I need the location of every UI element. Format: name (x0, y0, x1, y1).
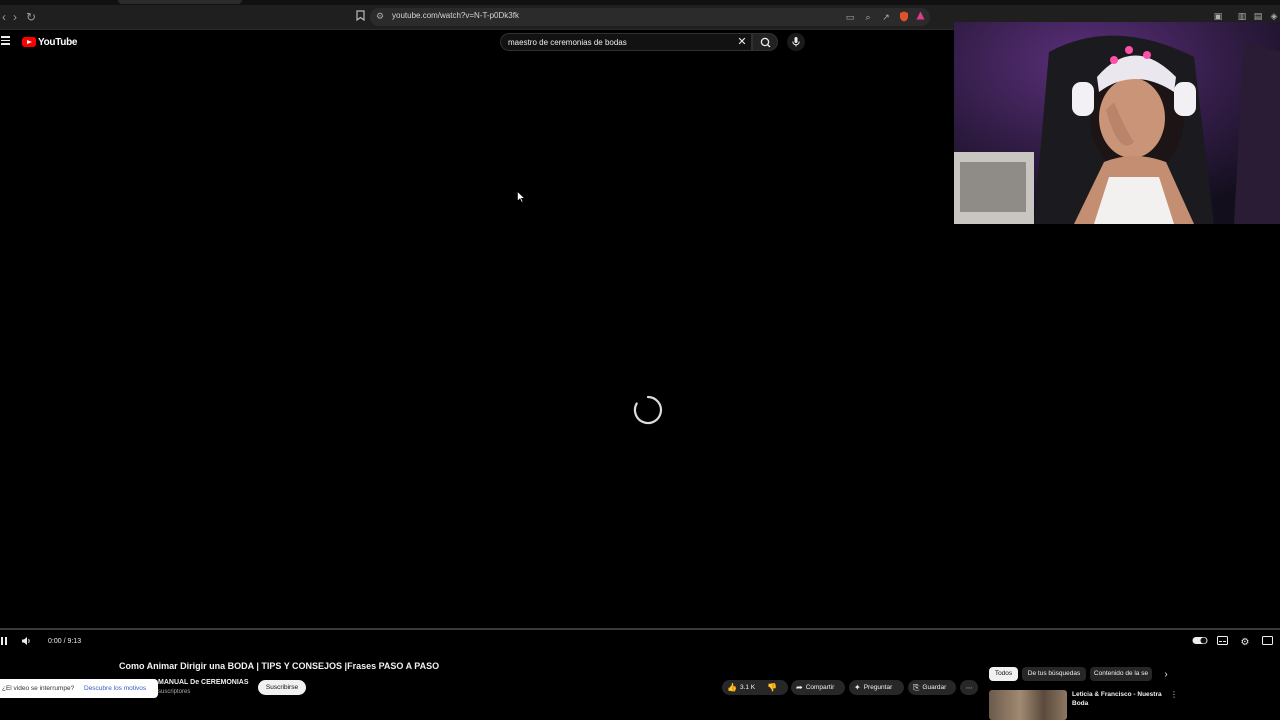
chevron-right-icon[interactable]: › (1160, 669, 1172, 681)
url-text: youtube.com/watch?v=N-T-p0Dk3fk (392, 11, 519, 20)
hamburger-menu-icon[interactable] (1, 36, 10, 45)
toast-link[interactable]: Descubre los motivos (84, 685, 146, 692)
search-input[interactable] (508, 37, 733, 48)
player-controls: 0:00 / 9:13 ⚙ (0, 634, 1280, 652)
menu-icon[interactable]: ◈ (1268, 10, 1280, 22)
microphone-icon (792, 37, 800, 47)
brave-shield-icon[interactable] (898, 11, 910, 23)
share-label: Compartir (805, 684, 835, 691)
video-title: Como Animar Dirigir una BODA | TIPS Y CO… (119, 661, 440, 671)
playback-issue-toast: ¿El video se interrumpe? Descubre los mo… (0, 679, 158, 698)
thumbs-up-icon[interactable]: 👍 (727, 683, 737, 692)
loading-spinner-icon (633, 395, 663, 425)
toast-question: ¿El video se interrumpe? (2, 685, 75, 692)
channel-subscriber-count: suscriptores (158, 689, 191, 695)
browser-tab[interactable] (118, 0, 242, 4)
channel-name[interactable]: MANUAL De CEREMONIAS (158, 679, 249, 686)
rewards-icon[interactable] (914, 11, 926, 23)
save-label: Guardar (922, 684, 947, 691)
forward-icon[interactable]: › (8, 10, 22, 24)
thumbs-down-icon[interactable]: 👎 (767, 683, 777, 692)
sparkle-icon: ✦ (854, 683, 861, 692)
more-icon: ⋯ (965, 684, 973, 692)
tab-strip (0, 0, 1280, 5)
youtube-logo[interactable]: YouTube (22, 36, 78, 48)
timecode: 0:00 / 9:13 (48, 638, 82, 645)
youtube-play-icon (22, 37, 36, 47)
search-box[interactable] (500, 33, 752, 51)
save-button[interactable]: ⎘ Guardar (908, 680, 956, 695)
site-settings-icon[interactable]: ⚙ (376, 11, 386, 23)
address-bar[interactable]: ⚙ youtube.com/watch?v=N-T-p0Dk3fk ▭ ⌕ ↗ (370, 8, 930, 26)
like-dislike-group: 👍 3.1 K 👎 (722, 680, 788, 695)
ask-button[interactable]: ✦ Preguntar (849, 680, 904, 695)
bookmark-icon[interactable] (353, 10, 367, 24)
share-button[interactable]: ➦ Compartir (791, 680, 845, 695)
chip-from-searches[interactable]: De tus búsquedas (1022, 667, 1086, 681)
progress-bar[interactable] (0, 628, 1280, 630)
kebab-menu-icon[interactable]: ⋮ (1170, 690, 1178, 700)
voice-search-button[interactable] (787, 33, 805, 51)
volume-icon[interactable] (19, 636, 33, 650)
share-page-icon[interactable]: ↗ (880, 11, 892, 23)
subscribe-button[interactable]: Suscribirse (258, 680, 306, 695)
theater-mode-icon[interactable] (1260, 636, 1274, 650)
settings-gear-icon[interactable]: ⚙ (1238, 636, 1252, 650)
share-icon: ➦ (796, 683, 803, 692)
chip-related-content[interactable]: Contenido de la se (1090, 667, 1152, 681)
clear-search-icon[interactable]: ✕ (736, 35, 748, 49)
more-actions-button[interactable]: ⋯ (960, 680, 978, 695)
webcam-overlay (954, 22, 1280, 224)
sidebar-icon[interactable]: ▥ (1236, 10, 1248, 22)
cast-icon[interactable]: ▭ (844, 11, 856, 23)
mouse-cursor-icon (517, 191, 525, 203)
reload-icon[interactable]: ↻ (24, 10, 38, 24)
streamer-webcam-image (954, 22, 1280, 224)
extension-icon[interactable]: ▣ (1212, 10, 1224, 22)
autoplay-toggle[interactable] (1192, 636, 1208, 650)
logo-text: YouTube (38, 36, 78, 48)
search-button[interactable] (752, 33, 778, 51)
like-count[interactable]: 3.1 K (740, 684, 755, 691)
subtitles-icon[interactable] (1215, 636, 1229, 650)
wallet-icon[interactable]: ▤ (1252, 10, 1264, 22)
zoom-icon[interactable]: ⌕ (862, 11, 874, 23)
ask-label: Preguntar (863, 684, 893, 691)
recommendation-title[interactable]: Leticia & Francisco - Nuestra Boda (1072, 690, 1162, 708)
recommendation-thumbnail[interactable] (989, 690, 1067, 720)
yt-masthead: YouTube ✕ (0, 30, 952, 54)
pause-icon[interactable] (0, 636, 11, 650)
search-icon (760, 37, 771, 48)
bookmark-save-icon: ⎘ (913, 682, 920, 692)
chip-all[interactable]: Todos (989, 667, 1018, 681)
